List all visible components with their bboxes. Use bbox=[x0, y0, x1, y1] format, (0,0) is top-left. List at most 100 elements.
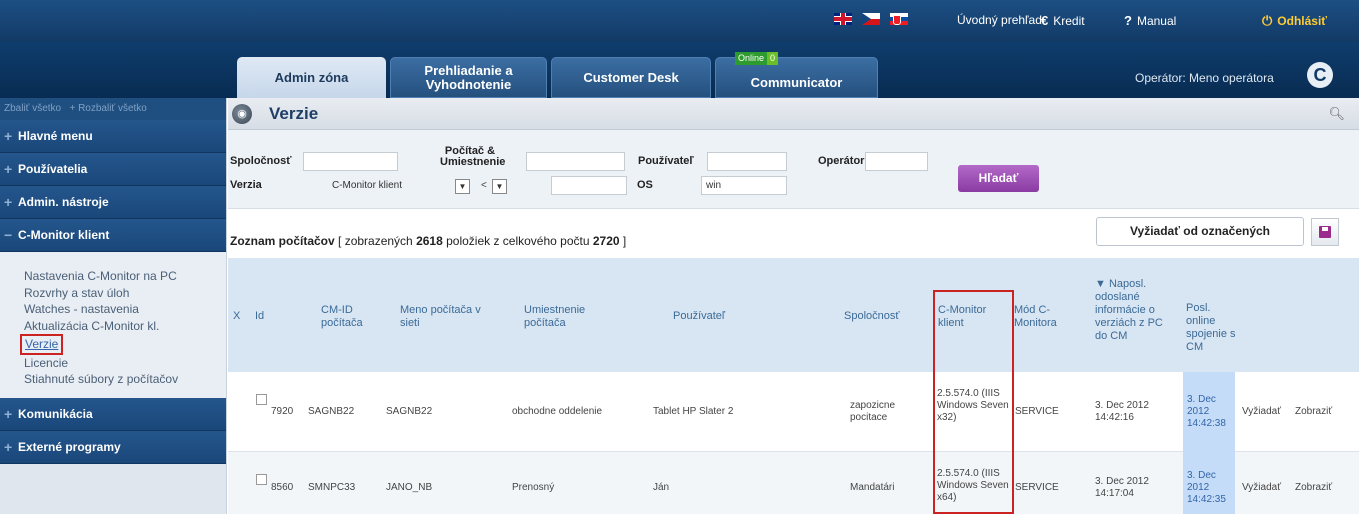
sidebar-group-communication[interactable]: + Komunikácia bbox=[0, 397, 226, 431]
chevron-down-icon[interactable]: ▼ bbox=[455, 179, 470, 194]
collapse-all-link[interactable]: Zbaliť všetko bbox=[4, 103, 61, 114]
computers-table: X Id CM-ID počítača Meno počítača v siet… bbox=[228, 258, 1359, 514]
show-link[interactable]: Zobraziť bbox=[1295, 482, 1332, 494]
tab-browse-evaluate[interactable]: Prehliadanie a Vyhodnotenie bbox=[390, 57, 547, 98]
row-checkbox[interactable] bbox=[256, 474, 267, 485]
table-row: 7920 SAGNB22 SAGNB22 obchodne oddelenie … bbox=[228, 372, 1359, 452]
request-link[interactable]: Vyžiadať bbox=[1242, 482, 1281, 494]
version-number-input[interactable] bbox=[551, 176, 627, 195]
credit-link[interactable]: € Kredit bbox=[1041, 13, 1085, 28]
online-badge: Online 0 bbox=[735, 52, 779, 65]
cell-client: 2.5.574.0 (IIIS Windows Seven x64) bbox=[937, 468, 1009, 503]
company-label: Spoločnosť bbox=[230, 155, 292, 167]
sidebar-group-label: Externé programy bbox=[18, 439, 121, 454]
sidebar-item-settings[interactable]: Nastavenia C-Monitor na PC bbox=[24, 268, 226, 285]
request-link[interactable]: Vyžiadať bbox=[1242, 406, 1281, 418]
sidebar-expand-controls: Zbaliť všetko + Rozbaliť všetko bbox=[0, 98, 226, 120]
os-input[interactable]: win bbox=[701, 176, 787, 195]
uk-flag-icon[interactable] bbox=[834, 13, 852, 25]
sidebar-group-external-programs[interactable]: + Externé programy bbox=[0, 430, 226, 464]
col-header-user[interactable]: Používateľ bbox=[673, 310, 725, 323]
question-icon: ? bbox=[1124, 13, 1132, 28]
filter-panel: Spoločnosť Počítač & Umiestnenie Používa… bbox=[228, 130, 1359, 209]
show-link[interactable]: Zobraziť bbox=[1295, 406, 1332, 418]
sidebar-group-cmonitor-client[interactable]: − C-Monitor klient bbox=[0, 219, 226, 252]
logout-link[interactable]: ⏻ Odhlásiť bbox=[1262, 13, 1327, 29]
cell-user: Tablet HP Slater 2 bbox=[653, 406, 734, 417]
list-summary: Zoznam počítačov [ zobrazených 2618 polo… bbox=[230, 234, 627, 248]
sidebar-group-label: C-Monitor klient bbox=[18, 228, 110, 242]
overview-label: Úvodný prehľad bbox=[957, 13, 1042, 27]
overview-link[interactable]: Úvodný prehľad bbox=[957, 13, 1042, 27]
tab-label: Admin zóna bbox=[274, 69, 349, 85]
top-bar: Úvodný prehľad € Kredit ? Manual ⏻ Odhlásiť bbox=[0, 0, 1359, 42]
search-button[interactable]: Hľadať bbox=[958, 165, 1039, 192]
version-select[interactable]: C-Monitor klient bbox=[327, 176, 457, 195]
col-header-name[interactable]: Meno počítača v sieti bbox=[400, 304, 500, 330]
col-header-company[interactable]: Spoločnosť bbox=[844, 310, 900, 323]
tab-label: Customer Desk bbox=[583, 69, 679, 85]
expand-all-link[interactable]: Rozbaliť všetko bbox=[78, 103, 147, 114]
cell-name: JANO_NB bbox=[386, 482, 433, 493]
cell-id: 8560 bbox=[271, 482, 294, 493]
company-input[interactable] bbox=[303, 152, 398, 171]
sidebar-group-admin-tools[interactable]: + Admin. nástroje bbox=[0, 186, 226, 219]
tab-customer-desk[interactable]: Customer Desk bbox=[551, 57, 711, 98]
tab-admin-zone[interactable]: Admin zóna bbox=[237, 57, 386, 98]
cell-company: Mandatári bbox=[850, 482, 895, 493]
online-label: Online bbox=[735, 52, 768, 65]
col-header-location[interactable]: Umiestnenie počítača bbox=[524, 304, 604, 330]
sidebar-subitems: Nastavenia C-Monitor na PC Rozvrhy a sta… bbox=[0, 252, 226, 398]
c-monitor-logo: C bbox=[1307, 62, 1333, 88]
col-header-client[interactable]: C-Monitor klient bbox=[938, 304, 1008, 330]
sidebar-item-schedules[interactable]: Rozvrhy a stav úloh bbox=[24, 285, 226, 302]
globe-icon: ◉ bbox=[232, 104, 252, 124]
chevron-down-icon[interactable]: ▼ bbox=[492, 179, 507, 194]
credit-label: Kredit bbox=[1053, 13, 1085, 28]
main-content: ◉ Verzie 🔍︎ Spoločnosť Počítač & Umiestn… bbox=[228, 98, 1359, 514]
operator-name: Operátor: Meno operátora bbox=[1135, 71, 1274, 85]
sk-flag-icon[interactable] bbox=[890, 13, 908, 25]
sidebar-group-users[interactable]: + Používatelia bbox=[0, 153, 226, 186]
request-selected-button[interactable]: Vyžiadať od označených bbox=[1096, 217, 1304, 246]
col-header-last-online[interactable]: Posl. online spojenie s CM bbox=[1186, 302, 1236, 354]
sidebar-item-update[interactable]: Aktualizácia C-Monitor kl. bbox=[24, 318, 226, 335]
cell-name: SAGNB22 bbox=[386, 406, 433, 417]
cell-client: 2.5.574.0 (IIIS Windows Seven x32) bbox=[937, 388, 1009, 423]
euro-icon: € bbox=[1041, 13, 1049, 28]
save-icon[interactable] bbox=[1311, 218, 1339, 246]
sidebar-item-watches[interactable]: Watches - nastavenia bbox=[24, 301, 226, 318]
plus-icon: + bbox=[4, 438, 13, 455]
col-header-mode[interactable]: Mód C-Monitora bbox=[1014, 304, 1074, 330]
col-header-cmid[interactable]: CM-ID počítača bbox=[321, 304, 381, 330]
sidebar-item-versions[interactable]: Verzie bbox=[20, 334, 64, 355]
compare-operator: < bbox=[481, 180, 487, 191]
plus-icon: + bbox=[4, 128, 13, 144]
cell-id: 7920 bbox=[271, 406, 294, 417]
operator-input[interactable] bbox=[865, 152, 928, 171]
cz-flag-icon[interactable] bbox=[862, 13, 880, 25]
sidebar-group-label: Hlavné menu bbox=[18, 129, 93, 143]
user-input[interactable] bbox=[707, 152, 787, 171]
power-icon: ⏻ bbox=[1262, 13, 1273, 28]
sidebar-item-licenses[interactable]: Licencie bbox=[24, 355, 226, 372]
col-header-last-sent[interactable]: ▼ Naposl. odoslané informácie o verziách… bbox=[1095, 278, 1165, 343]
search-icon[interactable]: 🔍︎ bbox=[1328, 106, 1345, 122]
row-checkbox[interactable] bbox=[256, 394, 267, 405]
cell-mode: SERVICE bbox=[1015, 406, 1059, 417]
col-header-x[interactable]: X bbox=[233, 310, 240, 323]
sidebar-group-label: Admin. nástroje bbox=[18, 195, 109, 209]
table-row: 8560 SMNPC33 JANO_NB Prenosný Ján Mandat… bbox=[228, 452, 1359, 514]
sidebar-group-main-menu[interactable]: + Hlavné menu bbox=[0, 120, 226, 153]
sidebar-item-downloaded-files[interactable]: Stiahnuté súbory z počítačov bbox=[24, 371, 226, 388]
manual-link[interactable]: ? Manual bbox=[1124, 13, 1176, 28]
cell-cmid: SMNPC33 bbox=[308, 482, 356, 493]
header-band: Admin zóna Prehliadanie a Vyhodnotenie C… bbox=[0, 42, 1359, 98]
col-header-id[interactable]: Id bbox=[255, 310, 264, 323]
operator-label: Operátor bbox=[818, 155, 865, 167]
plus-icon: + bbox=[69, 103, 76, 114]
cell-mode: SERVICE bbox=[1015, 482, 1059, 493]
version-label: Verzia bbox=[230, 179, 262, 191]
computer-input[interactable] bbox=[526, 152, 625, 171]
plus-icon: + bbox=[4, 405, 13, 422]
